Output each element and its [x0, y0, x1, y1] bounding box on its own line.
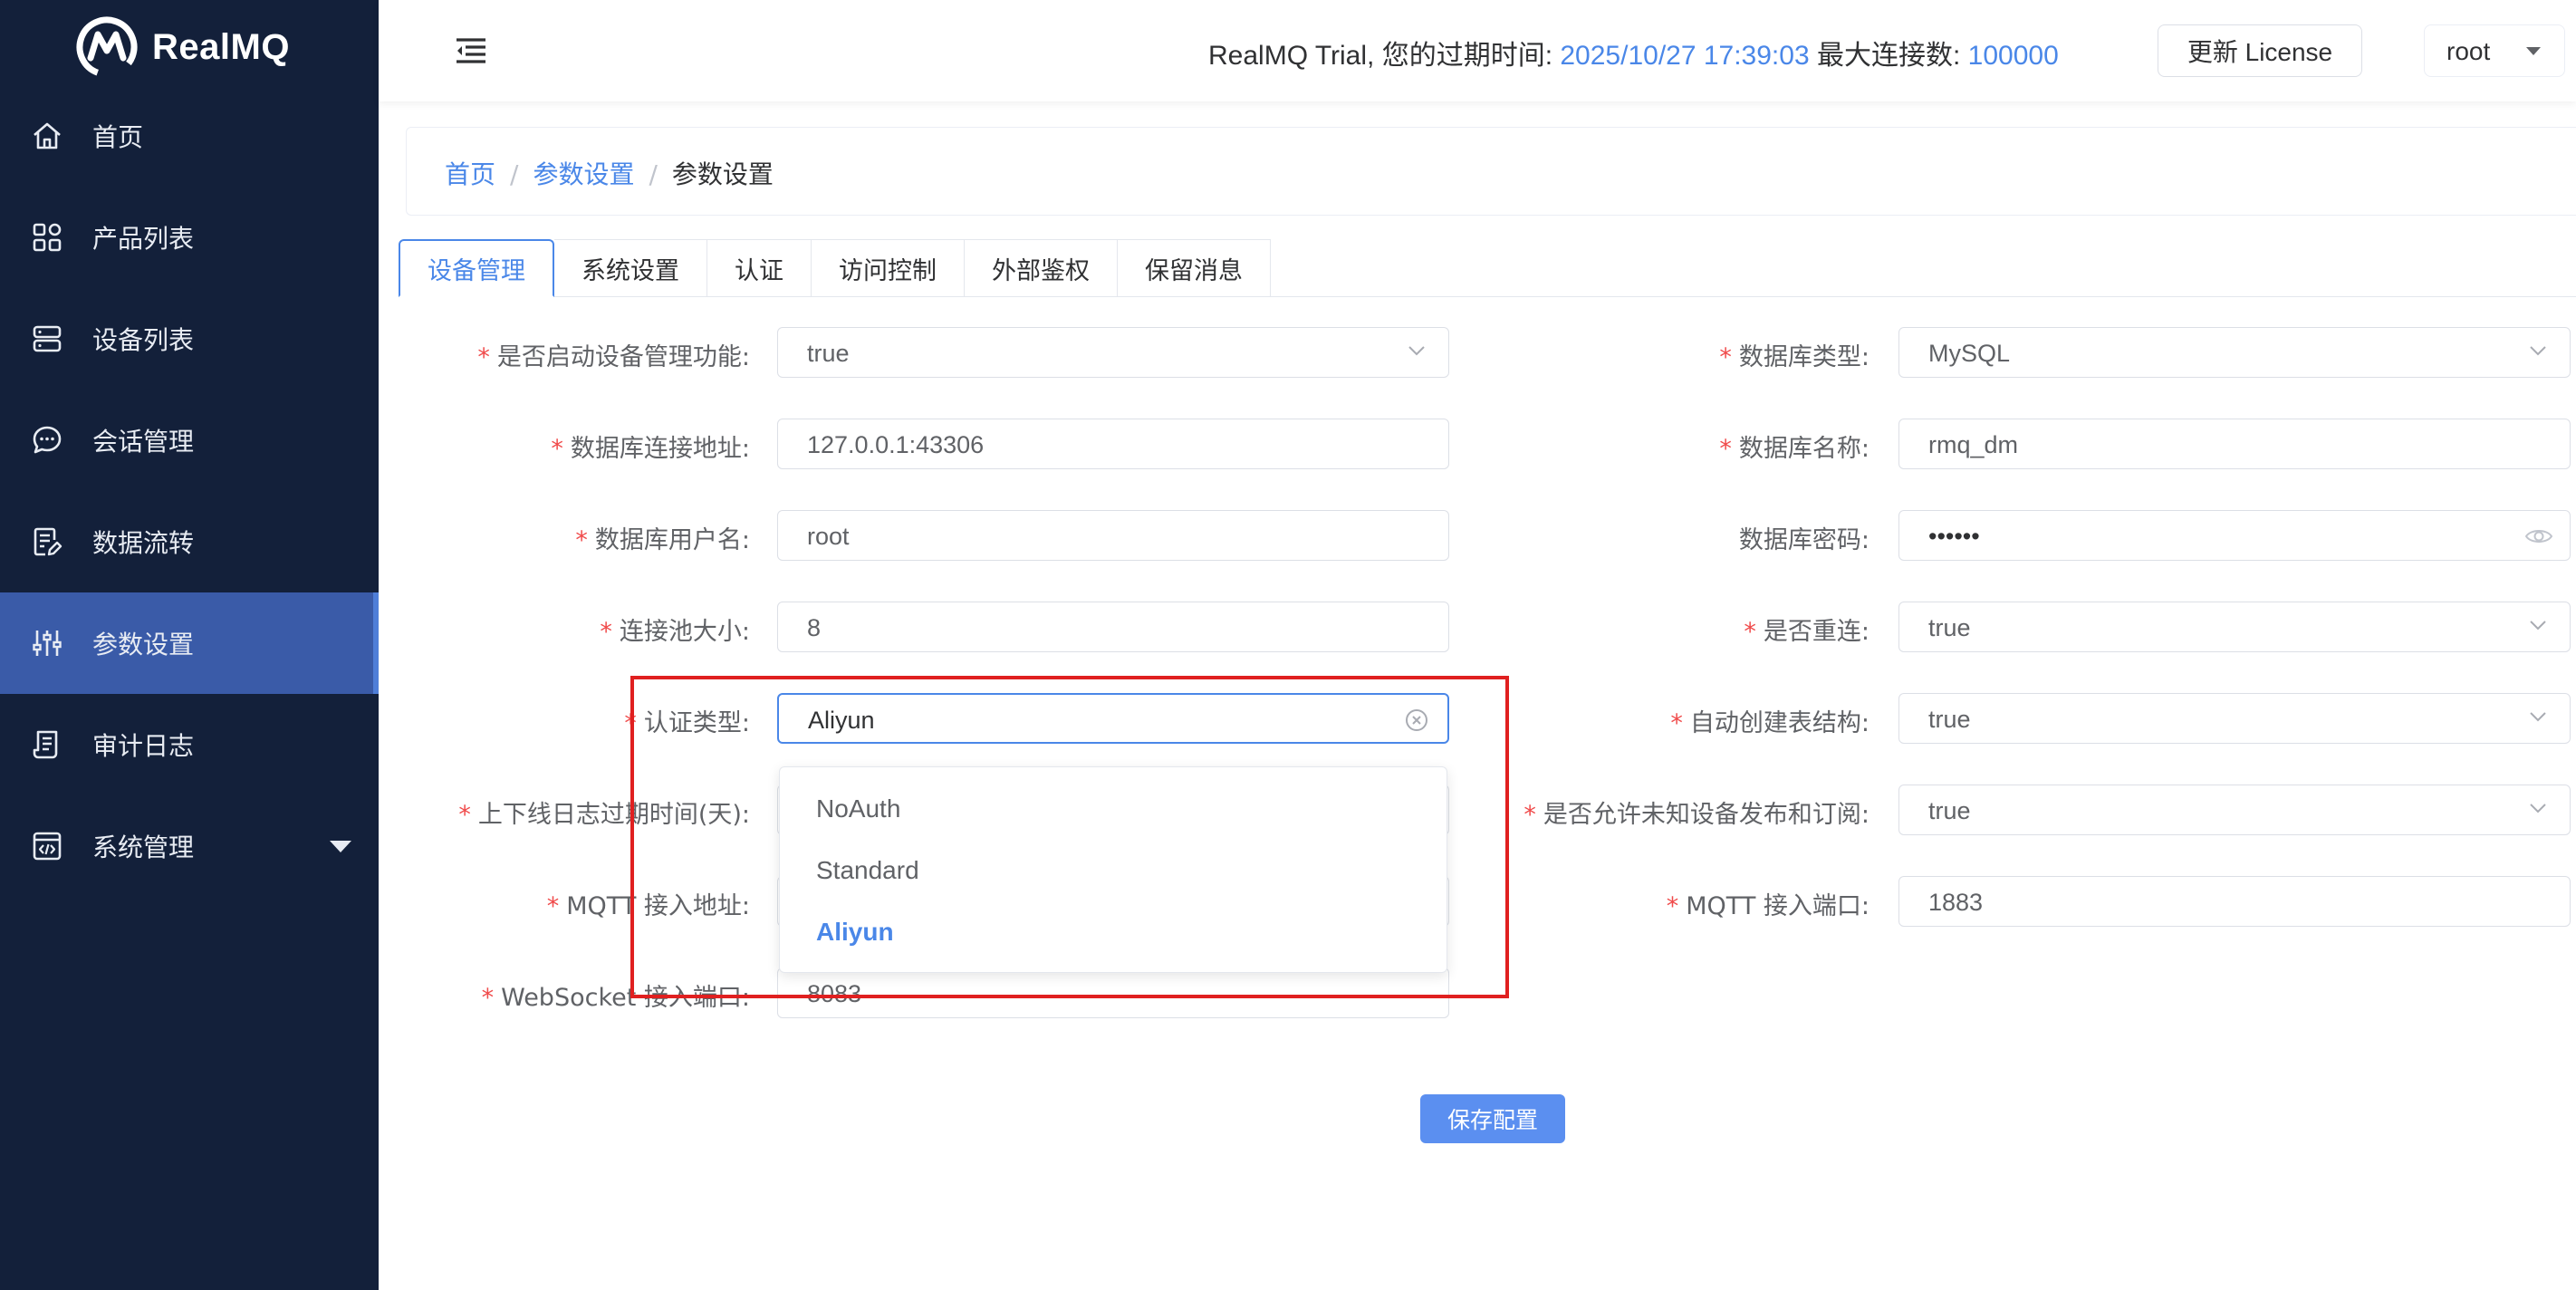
expire-time: 2025/10/27 17:39:03: [1560, 41, 1810, 71]
sidebar-item-products[interactable]: 产品列表: [0, 187, 379, 288]
grid-icon: [33, 223, 62, 252]
settings-tabs: 设备管理 系统设置 认证 访问控制 外部鉴权 保留消息: [399, 239, 1271, 297]
chevron-down-icon: [2530, 346, 2546, 356]
dropdown-option-noauth[interactable]: NoAuth: [816, 794, 900, 823]
tab-access-control[interactable]: 访问控制: [812, 239, 965, 297]
sidebar-item-settings[interactable]: 参数设置: [0, 592, 379, 694]
menu-fold-icon[interactable]: [453, 34, 489, 67]
reconnect-label: * 是否重连:: [1744, 618, 1870, 646]
db-password-label: 数据库密码:: [1738, 526, 1870, 554]
auto-create-schema-label: * 自动创建表结构:: [1670, 709, 1870, 737]
max-connections-value: 100000: [1967, 41, 2059, 71]
sidebar-item-label: 数据流转: [92, 528, 195, 558]
db-name-label: * 数据库名称:: [1719, 435, 1870, 463]
log-expiry-label: * 上下线日志过期时间(天):: [458, 801, 750, 829]
chevron-down-icon: [2530, 804, 2546, 813]
sidebar-item-label: 参数设置: [92, 630, 195, 659]
username: root: [2446, 37, 2491, 65]
save-config-button[interactable]: 保存配置: [1420, 1094, 1565, 1143]
mqtt-port-label: * MQTT 接入端口:: [1666, 892, 1870, 920]
auth-type-select[interactable]: Aliyun: [777, 693, 1449, 744]
sliders-icon: [33, 631, 62, 656]
sidebar-item-label: 首页: [92, 122, 144, 152]
user-menu[interactable]: root: [2424, 24, 2565, 77]
mqtt-address-label: * MQTT 接入地址:: [546, 892, 750, 920]
update-license-button[interactable]: 更新 License: [2158, 24, 2362, 77]
sidebar-item-label: 会话管理: [92, 427, 195, 457]
sidebar-item-devices[interactable]: 设备列表: [0, 288, 379, 390]
chevron-down-icon: [2530, 712, 2546, 722]
sidebar-item-label: 产品列表: [92, 224, 195, 254]
db-username-input[interactable]: root: [777, 510, 1449, 561]
breadcrumb: 首页 / 参数设置 / 参数设置: [445, 155, 774, 191]
allow-unknown-devices-label: * 是否允许未知设备发布和订阅:: [1523, 801, 1870, 829]
app-name: RealMQ: [152, 26, 290, 67]
bottom-edge: [379, 1286, 2576, 1290]
tab-retained-messages[interactable]: 保留消息: [1118, 239, 1271, 297]
db-username-label: * 数据库用户名:: [575, 526, 750, 554]
tab-auth[interactable]: 认证: [707, 239, 812, 297]
sidebar-item-dataflow[interactable]: 数据流转: [0, 491, 379, 592]
max-connections-label: 最大连接数:: [1809, 41, 1968, 71]
trial-prefix: RealMQ Trial, 您的过期时间:: [1208, 41, 1561, 71]
dropdown-option-standard[interactable]: Standard: [816, 856, 919, 885]
tab-device-management[interactable]: 设备管理: [399, 239, 554, 297]
home-icon: [34, 122, 61, 149]
db-type-select[interactable]: MySQL: [1898, 327, 2571, 378]
license-info: RealMQ Trial, 您的过期时间: 2025/10/27 17:39:0…: [1208, 33, 2059, 72]
top-header: RealMQ Trial, 您的过期时间: 2025/10/27 17:39:0…: [379, 0, 2576, 101]
breadcrumb-home[interactable]: 首页: [445, 159, 495, 189]
dropdown-option-aliyun[interactable]: Aliyun: [816, 918, 894, 947]
chevron-down-icon: [1408, 346, 1425, 356]
tab-system-settings[interactable]: 系统设置: [554, 239, 707, 297]
db-address-label: * 数据库连接地址:: [551, 435, 750, 463]
auth-type-dropdown: NoAuth Standard Aliyun: [779, 766, 1447, 973]
db-address-input[interactable]: 127.0.0.1:43306: [777, 419, 1449, 469]
code-window-icon: [33, 832, 62, 861]
server-icon: [33, 325, 62, 352]
breadcrumb-separator: /: [510, 159, 519, 189]
db-password-input[interactable]: ••••••: [1898, 510, 2571, 561]
eye-icon[interactable]: [2524, 525, 2553, 547]
sidebar-item-label: 设备列表: [92, 325, 195, 355]
pool-size-label: * 连接池大小:: [600, 618, 750, 646]
allow-unknown-devices-select[interactable]: true: [1898, 785, 2571, 835]
reconnect-select[interactable]: true: [1898, 602, 2571, 652]
caret-down-icon: [2526, 47, 2541, 55]
db-name-input[interactable]: rmq_dm: [1898, 419, 2571, 469]
breadcrumb-separator: /: [649, 159, 658, 189]
device-management-enabled-select[interactable]: true: [777, 327, 1449, 378]
sidebar-item-label: 审计日志: [92, 731, 195, 761]
caret-down-icon[interactable]: [330, 841, 351, 852]
db-type-label: * 数据库类型:: [1719, 343, 1870, 371]
sidebar-item-home[interactable]: 首页: [0, 85, 379, 187]
clear-circle-icon[interactable]: [1404, 708, 1429, 733]
sidebar-item-sessions[interactable]: 会话管理: [0, 390, 379, 491]
breadcrumb-container: 首页 / 参数设置 / 参数设置: [406, 127, 2576, 216]
device-management-enabled-label: * 是否启动设备管理功能:: [477, 343, 750, 371]
chevron-down-icon: [2530, 621, 2546, 631]
auth-type-label: * 认证类型:: [624, 709, 750, 737]
breadcrumb-current: 参数设置: [671, 159, 774, 189]
sidebar-item-label: 系统管理: [92, 833, 195, 862]
sidebar: RealMQ 首页 产品列表 设备列表 会话管理 数据流转 参数设置 审计日志 …: [0, 0, 379, 1290]
auto-create-schema-select[interactable]: true: [1898, 693, 2571, 744]
mqtt-port-input[interactable]: 1883: [1898, 876, 2571, 927]
breadcrumb-parent[interactable]: 参数设置: [533, 159, 634, 189]
websocket-port-input[interactable]: 8083: [777, 968, 1449, 1018]
websocket-port-label: * WebSocket 接入端口:: [481, 984, 750, 1012]
sidebar-item-audit-log[interactable]: 审计日志: [0, 694, 379, 795]
chat-icon: [33, 426, 62, 454]
log-icon: [33, 730, 58, 759]
realmq-logo-icon: [74, 14, 139, 80]
logo[interactable]: RealMQ: [74, 13, 290, 82]
pool-size-input[interactable]: 8: [777, 602, 1449, 652]
sidebar-item-system[interactable]: 系统管理: [0, 795, 379, 897]
document-edit-icon: [34, 527, 62, 556]
tab-external-auth[interactable]: 外部鉴权: [965, 239, 1118, 297]
